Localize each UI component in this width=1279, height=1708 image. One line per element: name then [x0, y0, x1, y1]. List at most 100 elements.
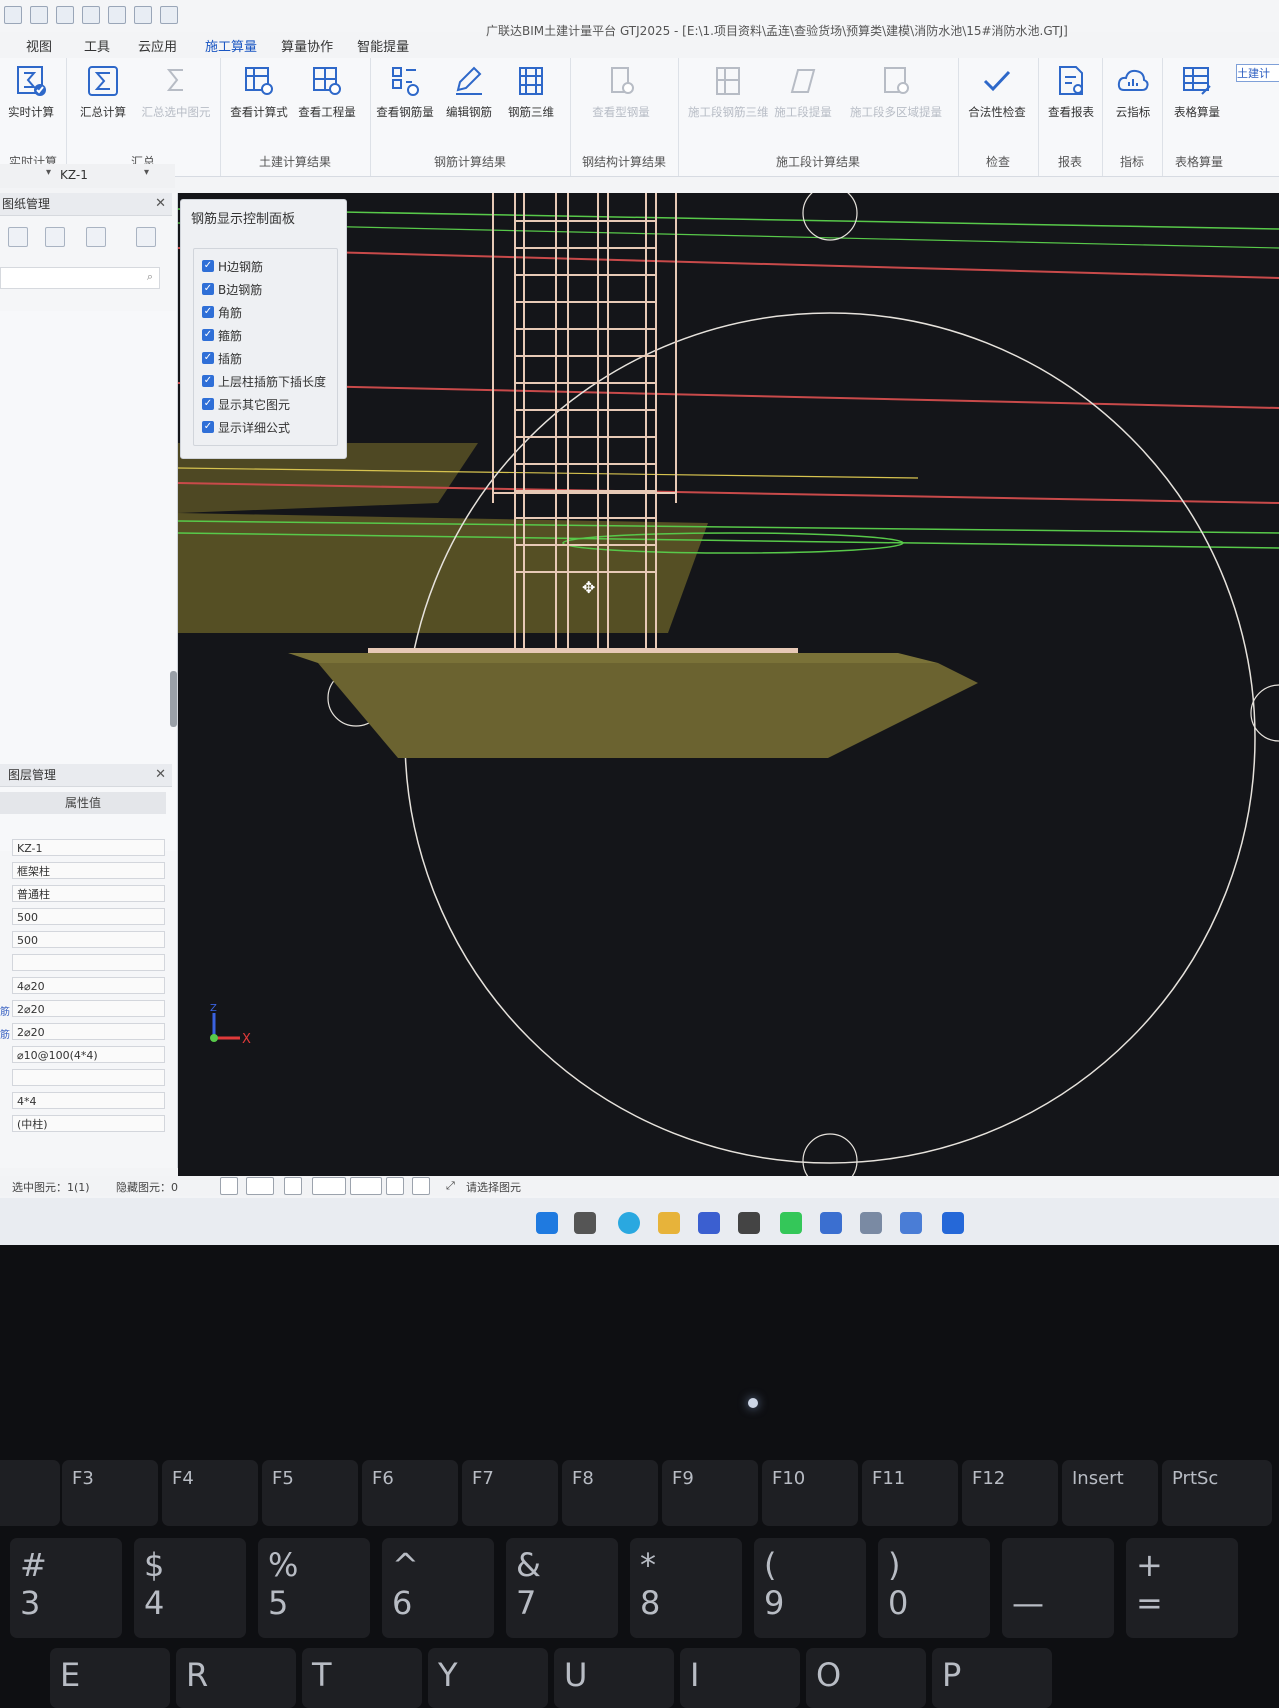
option-show-detailed-formula[interactable]: ✓ 显示详细公式 [202, 418, 290, 436]
attr-b-size[interactable]: 500 [12, 908, 165, 925]
section-multi-extract-button[interactable]: 施工段多区域提量 [846, 64, 946, 120]
table-quantity-button[interactable]: 表格算量 [1166, 64, 1228, 120]
attr-position[interactable]: (中柱) [12, 1115, 165, 1132]
key-prtsc[interactable]: PrtSc [1162, 1460, 1272, 1526]
section-rebar-3d-button[interactable]: 施工段钢筋三维 [688, 64, 769, 120]
summary-selected-button[interactable]: 汇总选中图元 [136, 64, 216, 120]
angle-icon[interactable] [312, 1177, 346, 1195]
key-8[interactable]: * 8 [630, 1538, 742, 1638]
attr-corner-rebar[interactable]: 4⌀20 [12, 977, 165, 994]
attr-stirrup[interactable]: ⌀10@100(4*4) [12, 1046, 165, 1063]
more-icon[interactable] [136, 227, 156, 247]
calculator-icon[interactable] [860, 1212, 882, 1234]
key-f5[interactable]: F5 [262, 1460, 358, 1526]
grid-icon[interactable] [56, 6, 74, 24]
task-view-icon[interactable] [574, 1212, 596, 1234]
drawing-search-input[interactable]: ⌕ [0, 267, 160, 289]
wechat-icon[interactable] [780, 1212, 802, 1234]
menu-tools[interactable]: 工具 [62, 36, 120, 58]
ortho-icon[interactable] [220, 1177, 238, 1195]
view-steel-quantity-button[interactable]: 查看型钢量 [590, 64, 652, 120]
option-corner-rebar[interactable]: ✓ 角筋 [202, 303, 242, 321]
civil-calc-tab[interactable]: 土建计 [1236, 64, 1279, 82]
key-f11[interactable]: F11 [862, 1460, 958, 1526]
key-f3[interactable]: F3 [62, 1460, 158, 1526]
checkbox-checked-icon[interactable]: ✓ [202, 283, 214, 295]
key-5[interactable]: % 5 [258, 1538, 370, 1638]
attr-column-kind[interactable]: 普通柱 [12, 885, 165, 902]
close-icon[interactable]: ✕ [155, 764, 166, 786]
summary-calc-button[interactable]: 汇总计算 [72, 64, 134, 120]
layout-icon[interactable] [82, 6, 100, 24]
key-t[interactable]: T [302, 1648, 422, 1708]
rebar-3d-button[interactable]: 钢筋三维 [500, 64, 562, 120]
menu-smart-extract[interactable]: 智能提量 [343, 36, 419, 58]
close-icon[interactable]: ✕ [155, 193, 166, 215]
checkbox-checked-icon[interactable]: ✓ [202, 260, 214, 272]
attr-stirrup-legs[interactable]: 4*4 [12, 1092, 165, 1109]
attr-empty-1[interactable] [12, 954, 165, 971]
key-f8[interactable]: F8 [562, 1460, 658, 1526]
key-f4[interactable]: F4 [162, 1460, 258, 1526]
option-upper-dowel-length[interactable]: ✓ 上层柱插筋下插长度 [202, 372, 326, 390]
menu-view[interactable]: 视图 [0, 36, 62, 58]
app-icon[interactable] [738, 1212, 760, 1234]
key-f10[interactable]: F10 [762, 1460, 858, 1526]
store-icon[interactable] [698, 1212, 720, 1234]
validity-check-button[interactable]: 合法性检查 [966, 64, 1028, 120]
select-box-icon[interactable] [246, 1177, 274, 1195]
windows-start-icon[interactable] [536, 1212, 558, 1234]
attr-name[interactable]: KZ-1 [12, 839, 165, 856]
key-o[interactable]: O [806, 1648, 926, 1708]
option-show-other-elements[interactable]: ✓ 显示其它图元 [202, 395, 290, 413]
key-i[interactable]: I [680, 1648, 800, 1708]
checkbox-checked-icon[interactable]: ✓ [202, 421, 214, 433]
undo-icon[interactable] [160, 6, 178, 24]
cloud-index-button[interactable]: 云指标 [1102, 64, 1164, 120]
view-report-button[interactable]: 查看报表 [1040, 64, 1102, 120]
view-quantity-button[interactable]: 查看工程量 [296, 64, 358, 120]
view-formula-button[interactable]: 查看计算式 [228, 64, 290, 120]
checkbox-checked-icon[interactable]: ✓ [202, 375, 214, 387]
attr-type[interactable]: 框架柱 [12, 862, 165, 879]
realtime-calc-button[interactable]: 实时计算 [0, 64, 62, 120]
new-file-icon[interactable] [4, 6, 22, 24]
file-explorer-icon[interactable] [658, 1212, 680, 1234]
checkbox-checked-icon[interactable]: ✓ [202, 306, 214, 318]
orbit-handle-top[interactable] [802, 193, 858, 241]
menu-construction-quantity[interactable]: 施工算量 [187, 36, 267, 58]
menu-collaboration[interactable]: 算量协作 [267, 36, 343, 58]
cross-icon[interactable] [284, 1177, 302, 1195]
footing-block[interactable] [318, 663, 978, 758]
key-minus[interactable]: — [1002, 1538, 1114, 1638]
attr-h-size[interactable]: 500 [12, 931, 165, 948]
key-equals[interactable]: + = [1126, 1538, 1238, 1638]
copy-icon[interactable] [45, 227, 65, 247]
key-f7[interactable]: F7 [462, 1460, 558, 1526]
key-7[interactable]: & 7 [506, 1538, 618, 1638]
draw-icon[interactable] [108, 6, 126, 24]
option-h-side-rebar[interactable]: ✓ H边钢筋 [202, 257, 263, 275]
key-3[interactable]: #3 [10, 1538, 122, 1638]
arc-icon[interactable] [412, 1177, 430, 1195]
view-rebar-quantity-button[interactable]: 查看钢筋量 [374, 64, 436, 120]
key-f6[interactable]: F6 [362, 1460, 458, 1526]
save-icon[interactable] [134, 6, 152, 24]
key-f9[interactable]: F9 [662, 1460, 758, 1526]
attr-empty-2[interactable] [12, 1069, 165, 1086]
orbit-handle-bottom[interactable] [802, 1133, 858, 1176]
key-f12[interactable]: F12 [962, 1460, 1058, 1526]
gtj-active-icon[interactable] [942, 1212, 964, 1234]
key-f2[interactable] [0, 1460, 60, 1526]
key-0[interactable]: ) 0 [878, 1538, 990, 1638]
key-6[interactable]: ^ 6 [382, 1538, 494, 1638]
attr-b-side-rebar[interactable]: 2⌀20 [12, 1000, 165, 1017]
section-extract-button[interactable]: 施工段提量 [772, 64, 834, 120]
checkbox-checked-icon[interactable]: ✓ [202, 352, 214, 364]
checkbox-checked-icon[interactable]: ✓ [202, 398, 214, 410]
key-4[interactable]: $4 [134, 1538, 246, 1638]
edge-browser-icon[interactable] [618, 1212, 640, 1234]
snap-icon[interactable] [350, 1177, 382, 1195]
checkbox-checked-icon[interactable]: ✓ [202, 329, 214, 341]
layer-icon[interactable] [386, 1177, 404, 1195]
